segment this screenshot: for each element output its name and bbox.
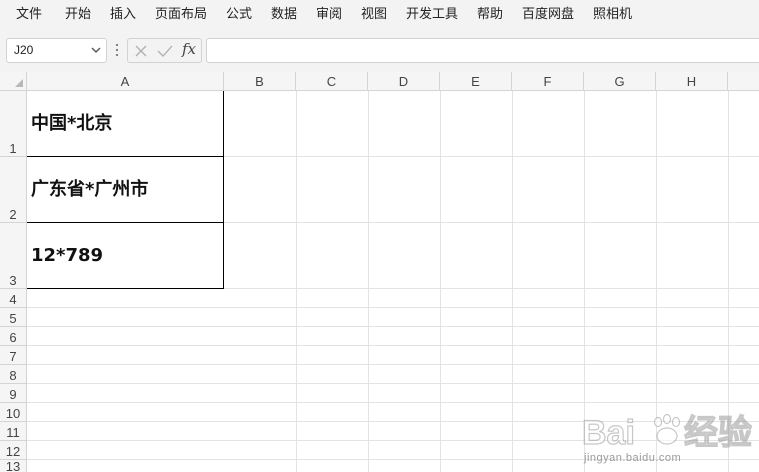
- menu-page-layout[interactable]: 页面布局: [155, 5, 207, 23]
- menu-file[interactable]: 文件: [16, 5, 42, 23]
- row-header-9[interactable]: 9: [0, 384, 27, 403]
- row-number: 6: [9, 330, 17, 345]
- row-number: 13: [5, 459, 21, 472]
- check-icon[interactable]: [157, 44, 173, 58]
- select-all-button[interactable]: [0, 72, 27, 91]
- column-header-d[interactable]: D: [368, 72, 440, 91]
- column-header-g[interactable]: G: [584, 72, 656, 91]
- name-box-value: J20: [14, 43, 34, 57]
- gridline: [27, 364, 759, 365]
- svg-text:Bai: Bai: [582, 414, 635, 452]
- gridline: [296, 91, 297, 472]
- row-header-6[interactable]: 6: [0, 327, 27, 346]
- gridline: [440, 91, 441, 472]
- chevron-down-icon[interactable]: [90, 44, 102, 56]
- column-header-f[interactable]: F: [512, 72, 584, 91]
- menu-baidu-netdisk[interactable]: 百度网盘: [522, 5, 574, 23]
- row-number: 12: [5, 444, 21, 459]
- column-header-c[interactable]: C: [296, 72, 368, 91]
- menu-formulas[interactable]: 公式: [226, 5, 252, 23]
- column-header-b[interactable]: B: [224, 72, 296, 91]
- gridline: [27, 345, 759, 346]
- row-header-8[interactable]: 8: [0, 365, 27, 384]
- svg-text:经验: 经验: [684, 413, 752, 452]
- menu-developer[interactable]: 开发工具: [406, 5, 458, 23]
- more-options-icon[interactable]: [114, 42, 120, 58]
- row-header-10[interactable]: 10: [0, 403, 27, 422]
- row-number: 8: [9, 368, 17, 383]
- column-header-a[interactable]: A: [27, 72, 224, 91]
- formula-input[interactable]: [206, 38, 759, 63]
- ribbon-menu-bar: 文件 开始 插入 页面布局 公式 数据 审阅 视图 开发工具 帮助 百度网盘 照…: [0, 0, 759, 30]
- row-header-13[interactable]: 13: [0, 459, 27, 472]
- menu-review[interactable]: 审阅: [316, 5, 342, 23]
- row-number: 1: [9, 141, 17, 156]
- cell-a1[interactable]: 中国*北京: [27, 91, 224, 157]
- cell-a2[interactable]: 广东省*广州市: [27, 157, 224, 223]
- insert-function-icon[interactable]: fx: [182, 40, 196, 58]
- row-header-3[interactable]: 3: [0, 223, 27, 289]
- column-header-e[interactable]: E: [440, 72, 512, 91]
- menu-data[interactable]: 数据: [271, 5, 297, 23]
- gridline: [27, 383, 759, 384]
- row-number: 3: [9, 273, 17, 288]
- row-number: 10: [5, 406, 21, 421]
- row-header-4[interactable]: 4: [0, 289, 27, 308]
- column-header-i[interactable]: [728, 72, 759, 91]
- gridline: [27, 307, 759, 308]
- row-number: 4: [9, 292, 17, 307]
- column-header-h[interactable]: H: [656, 72, 728, 91]
- cancel-icon[interactable]: [134, 44, 148, 58]
- row-number: 9: [9, 387, 17, 402]
- gridline: [512, 91, 513, 472]
- menu-home[interactable]: 开始: [65, 5, 91, 23]
- row-header-2[interactable]: 2: [0, 157, 27, 223]
- row-header-1[interactable]: 1: [0, 91, 27, 157]
- row-number: 7: [9, 349, 17, 364]
- name-box[interactable]: J20: [6, 38, 107, 63]
- row-number: 5: [9, 311, 17, 326]
- formula-bar-row: J20 fx: [0, 30, 759, 72]
- gridline: [368, 91, 369, 472]
- menu-insert[interactable]: 插入: [110, 5, 136, 23]
- row-header-5[interactable]: 5: [0, 308, 27, 327]
- row-header-11[interactable]: 11: [0, 422, 27, 441]
- row-header-7[interactable]: 7: [0, 346, 27, 365]
- row-header-12[interactable]: 12: [0, 441, 27, 460]
- menu-view[interactable]: 视图: [361, 5, 387, 23]
- gridline: [27, 326, 759, 327]
- select-all-icon: [15, 79, 23, 87]
- formula-actions: fx: [127, 38, 202, 63]
- cell-a3[interactable]: 12*789: [27, 223, 224, 289]
- watermark-domain: jingyan.baidu.com: [584, 452, 682, 464]
- row-number: 2: [9, 207, 17, 222]
- menu-camera[interactable]: 照相机: [593, 5, 632, 23]
- row-number: 11: [6, 425, 20, 440]
- menu-help[interactable]: 帮助: [477, 5, 503, 23]
